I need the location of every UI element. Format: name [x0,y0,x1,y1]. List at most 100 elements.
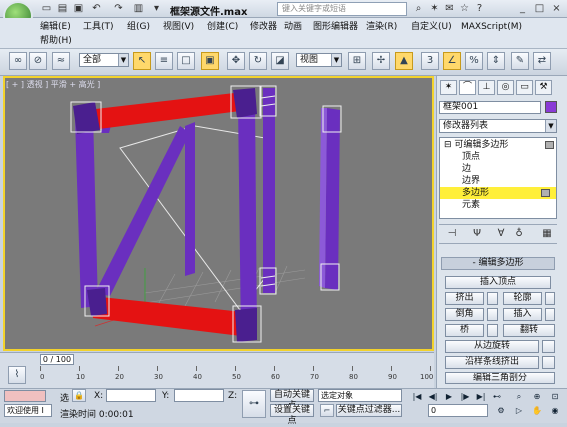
mirror-icon[interactable]: ⇄ [533,52,551,70]
rotate-icon[interactable]: ↻ [249,52,267,70]
insert-vertex-button[interactable]: 插入顶点 [445,276,551,289]
make-unique-icon[interactable]: ∀ [494,227,508,241]
bind-space-warp-icon[interactable]: ≈ [52,52,70,70]
pin-stack-icon[interactable]: ⊣ [445,227,459,241]
auto-key-button[interactable]: 自动关键点 [270,389,314,411]
menu-tools[interactable]: 工具(T) [83,21,114,33]
show-end-result-icon[interactable]: Ψ [470,227,484,241]
percent-snap-icon[interactable]: % [465,52,483,70]
tab-modify[interactable]: ⌒ [459,80,476,95]
extrude-spline-settings-button[interactable] [542,356,555,369]
save-icon[interactable]: ▣ [72,3,85,15]
key-mode-icon[interactable]: ⊶ [242,390,266,418]
default-in-out-tangent-icon[interactable]: ⌐ [320,404,334,417]
lock-selection-icon[interactable]: 🔒 [72,389,86,402]
y-coordinate-field[interactable] [174,389,224,402]
inset-button[interactable]: 插入 [503,308,542,321]
edit-triangulation-button[interactable]: 编辑三角剖分 [445,372,555,384]
zoom-all-icon[interactable]: ⊕ [530,390,544,403]
viewport-label[interactable]: [ + ] 透视 ] 平滑 + 高光 ] [6,79,100,90]
orbit-icon[interactable]: ◉ [548,404,562,417]
tab-hierarchy[interactable]: ⊥ [478,80,495,95]
undo-icon[interactable]: ↶ [90,3,103,15]
favorites-icon[interactable]: ☆ [458,3,471,15]
stack-toggle-icon[interactable] [545,141,554,149]
key-mode-toggle-icon[interactable]: ⊷ [490,390,504,403]
new-file-icon[interactable]: ▭ [40,3,53,15]
zoom-icon[interactable]: ⌕ [512,390,526,403]
menu-graph-editors[interactable]: 图形编辑器 [313,21,358,33]
menu-edit[interactable]: 编辑(E) [40,21,71,33]
mini-curve-editor-icon[interactable]: ⌇ [8,366,26,384]
time-slider[interactable]: 0 / 100 [40,354,74,365]
current-frame-field[interactable]: 0 [428,404,488,417]
key-filters-button[interactable]: 关键点过滤器... [336,404,402,417]
select-manipulate-icon[interactable]: ✢ [372,52,390,70]
link-icon[interactable]: ∞ [9,52,27,70]
tab-motion[interactable]: ◎ [497,80,514,95]
menu-maxscript[interactable]: MAXScript(M) [461,21,522,33]
zoom-extents-icon[interactable]: ⊡ [548,390,562,403]
redo-icon[interactable]: ↷ [112,3,125,15]
move-icon[interactable]: ✥ [227,52,245,70]
object-color-swatch[interactable] [545,101,557,113]
menu-create[interactable]: 创建(C) [207,21,238,33]
pivot-center-icon[interactable]: ⊞ [348,52,366,70]
extrude-settings-button[interactable] [487,292,498,305]
unlink-icon[interactable]: ⊘ [29,52,47,70]
subscription-icon[interactable]: ✶ [428,3,441,15]
stack-toggle-icon[interactable] [541,189,550,197]
modifier-list-dropdown[interactable]: 修改器列表 ▼ [439,119,557,133]
stack-item-element[interactable]: 元素 [440,199,556,211]
time-config-icon[interactable]: ⚙ [494,404,508,417]
go-to-start-icon[interactable]: |◀ [410,390,424,403]
menu-views[interactable]: 视图(V) [163,21,194,33]
next-frame-icon[interactable]: |▶ [458,390,472,403]
outline-button[interactable]: 轮廓 [503,292,542,305]
menu-rendering[interactable]: 渲染(R) [366,21,397,33]
tab-utilities[interactable]: ⚒ [535,80,552,95]
set-key-button[interactable]: 设置关键点 [270,404,314,426]
stack-item-edge[interactable]: 边 [440,163,556,175]
field-of-view-icon[interactable]: ▷ [512,404,526,417]
scale-icon[interactable]: ◪ [271,52,289,70]
communication-icon[interactable]: ✉ [443,3,456,15]
extrude-button[interactable]: 挤出 [445,292,484,305]
spinner-snap-icon[interactable]: ⇕ [487,52,505,70]
hinge-from-edge-button[interactable]: 从边旋转 [445,340,539,353]
open-file-icon[interactable]: ▤ [56,3,69,15]
extrude-along-spline-button[interactable]: 沿样条线挤出 [445,356,539,369]
project-folder-icon[interactable]: ▥ [132,3,145,15]
configure-sets-icon[interactable]: ▦ [540,227,554,241]
maxscript-listener[interactable] [4,390,46,402]
bridge-button[interactable]: 桥 [445,324,484,337]
perspective-viewport[interactable] [3,76,434,351]
select-object-icon[interactable]: ↖ [133,52,151,70]
tab-create[interactable]: ✶ [440,80,457,95]
hinge-settings-button[interactable] [542,340,555,353]
keyboard-shortcut-override-icon[interactable]: ▲ [395,52,413,70]
selection-filter-dropdown[interactable]: 全部 ▼ [79,53,129,67]
menu-help[interactable]: 帮助(H) [40,35,72,47]
minimize-button[interactable]: _ [514,1,531,16]
maxscript-mini-listener[interactable]: 欢迎使用 I [4,404,52,417]
bevel-button[interactable]: 倒角 [445,308,484,321]
stack-item-polygon[interactable]: 多边形 [440,187,556,199]
play-icon[interactable]: ▶ [442,390,456,403]
x-coordinate-field[interactable] [106,389,156,402]
pan-icon[interactable]: ✋ [530,404,544,417]
track-bar[interactable]: 0 10 20 30 40 50 60 70 80 90 100 [40,366,435,384]
angle-snap-icon[interactable]: ∠ [443,52,461,70]
rectangular-selection-icon[interactable]: □ [177,52,195,70]
stack-item-border[interactable]: 边界 [440,175,556,187]
outline-settings-button[interactable] [545,292,555,305]
select-by-name-icon[interactable]: ≡ [155,52,173,70]
menu-modifiers[interactable]: 修改器 [250,21,277,33]
snaps-toggle-icon[interactable]: 3 [421,52,439,70]
window-crossing-icon[interactable]: ▣ [201,52,219,70]
quick-access-dropdown-icon[interactable]: ▾ [150,3,163,15]
close-button[interactable]: × [548,1,565,16]
stack-item-editable-poly[interactable]: ⊟ 可编辑多边形 [444,139,560,151]
rollout-edit-polygons[interactable]: - 编辑多边形 [441,257,555,270]
inset-settings-button[interactable] [545,308,555,321]
